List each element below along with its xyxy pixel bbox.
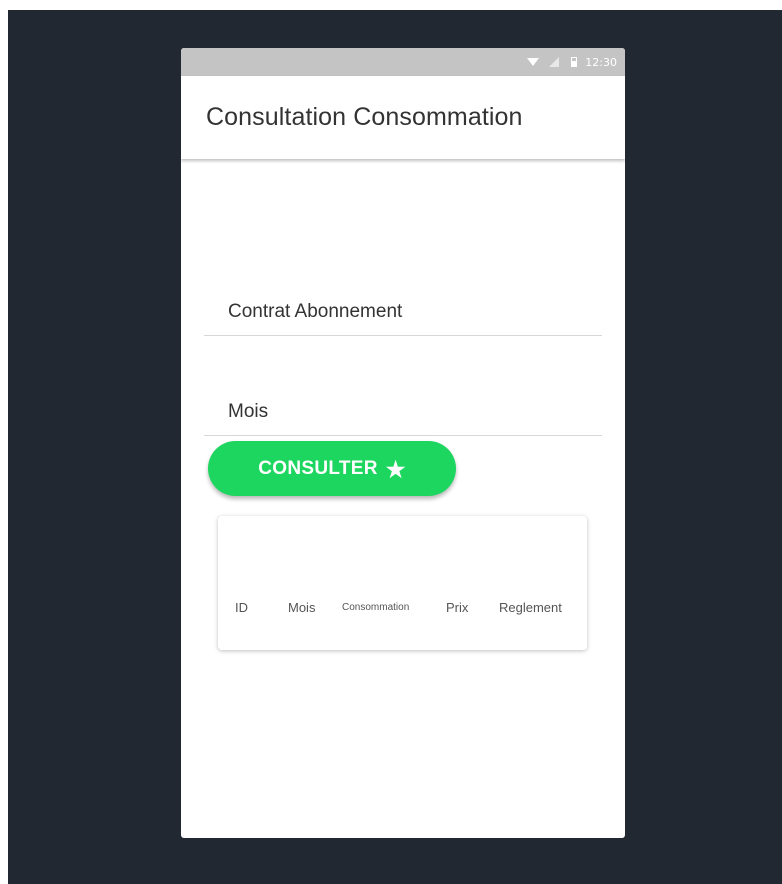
column-header-consommation: Consommation xyxy=(342,602,410,613)
contrat-field xyxy=(204,289,602,336)
status-time: 12:30 xyxy=(585,55,617,69)
signal-icon xyxy=(549,57,560,67)
star-icon: ★ xyxy=(385,457,406,482)
column-header-id: ID xyxy=(235,600,248,615)
page-title: Consultation Consommation xyxy=(206,103,523,131)
table-header: ID Mois Consommation Prix Reglement xyxy=(218,600,587,620)
phone-screen: 12:30 Consultation Consommation CONSULTE… xyxy=(181,48,625,838)
battery-icon xyxy=(571,57,578,67)
status-icons: 12:30 xyxy=(527,48,617,76)
mois-input[interactable] xyxy=(228,401,588,423)
status-bar: 12:30 xyxy=(181,48,625,76)
app-bar: Consultation Consommation xyxy=(181,76,625,159)
column-header-prix: Prix xyxy=(446,600,469,615)
results-table-card: ID Mois Consommation Prix Reglement xyxy=(218,516,587,650)
column-header-mois: Mois xyxy=(288,600,316,615)
contrat-input[interactable] xyxy=(228,301,588,323)
mois-field xyxy=(204,389,602,436)
column-header-reglement: Reglement xyxy=(499,600,562,615)
consulter-button-label: CONSULTER xyxy=(258,457,378,479)
consulter-button[interactable]: CONSULTER ★ xyxy=(208,441,456,496)
wifi-icon xyxy=(527,58,540,66)
